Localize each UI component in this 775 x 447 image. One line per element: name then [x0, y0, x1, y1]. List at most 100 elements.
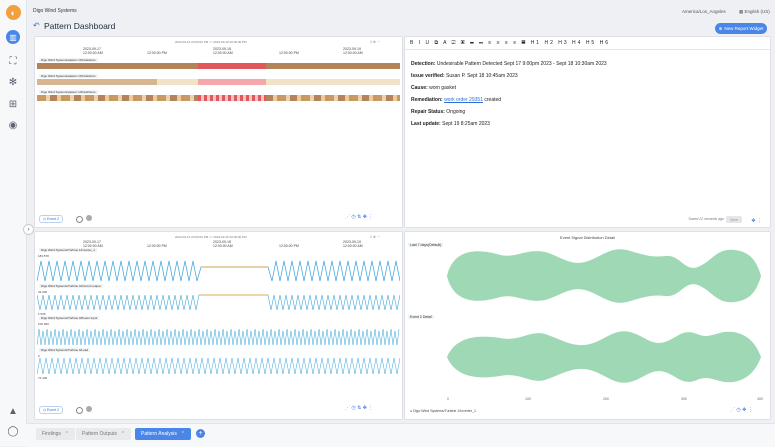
distribution-panel: Event Signal Distribution Detail Last 7 …: [404, 231, 771, 420]
dashboard-icon[interactable]: ▥: [6, 30, 20, 44]
tick-label: 12:00:00 AM: [343, 244, 363, 248]
chevron-up-icon: ⌃: [180, 431, 186, 437]
signal-source[interactable]: ● Digo Wind Systems/Turbine 1/Inverter_1: [410, 409, 476, 413]
signals-panel: 2023-09-16 20:00:00 PM <> 2023-09-19 20:…: [34, 231, 403, 420]
x-tick: 200: [603, 397, 609, 401]
remediation-text: created: [484, 97, 502, 103]
power-line-chart: [37, 328, 400, 346]
update-text: Sept 19 8:25am 2023: [442, 121, 490, 127]
page-title: Pattern Dashboard: [44, 21, 116, 31]
update-line[interactable]: Last update: Sept 19 8:25am 2023: [411, 121, 490, 127]
detection-line[interactable]: Detection: Undesirable Pattern Detected …: [411, 61, 607, 67]
prediction-highlight: [198, 79, 266, 85]
new-report-label: New Report Widget: [724, 26, 764, 31]
event-label: Event 2: [47, 408, 59, 412]
repair-label: Repair Status:: [411, 109, 445, 115]
notification-icon[interactable]: ▲: [6, 404, 20, 418]
panel-menu-icon[interactable]: 1 ⊕ ⋯: [370, 40, 380, 44]
panel-controls[interactable]: ⋰ ◷ ✥ ⋮: [730, 407, 753, 413]
new-report-button[interactable]: ⊕ New Report Widget: [715, 23, 767, 34]
series-label: Digo Wind Systems/pattern 1/Predictions: [39, 74, 98, 78]
remediation-line[interactable]: Remediation: work order 29351 created: [411, 97, 501, 103]
tab-pattern-analysis[interactable]: Pattern Analysis ⌃: [135, 428, 192, 440]
tab-label: Findings: [42, 431, 61, 437]
language-selector[interactable]: ▦ English (US): [739, 9, 770, 15]
series-label: Digo Wind Systems/pattern 1/Predictions: [39, 58, 98, 62]
record-icon[interactable]: [86, 406, 92, 412]
tab-label: Pattern Analysis: [141, 431, 177, 437]
tick-label: 12:00:00 PM: [147, 51, 167, 55]
tick-label: 12:00:00 PM: [279, 244, 299, 248]
plus-icon: ⊕: [718, 25, 723, 31]
panel-menu-icon[interactable]: 1 ⊕ ⋯: [370, 235, 380, 239]
detection-label: Detection:: [411, 61, 436, 67]
logo-icon: ◐: [6, 5, 21, 20]
tick-label: 12:00:00 AM: [213, 244, 233, 248]
toggle-icon[interactable]: [76, 407, 83, 414]
signal-line: [37, 294, 400, 311]
axis-value: 72.400: [38, 376, 48, 380]
inverter-line-chart: [37, 260, 400, 282]
cause-text: worn gasket: [429, 85, 457, 91]
filter-icon[interactable]: ⛶: [6, 54, 20, 68]
violin-event: [447, 331, 761, 383]
tick-label: 12:00:00 PM: [147, 244, 167, 248]
org-name: Digo Wind Systems: [33, 8, 77, 14]
settings-icon[interactable]: ✻: [6, 75, 20, 89]
x-tick: 100: [525, 397, 531, 401]
divider: [405, 49, 770, 50]
layout-icon[interactable]: ⊞: [6, 97, 20, 111]
back-icon[interactable]: ↶: [33, 21, 40, 30]
event-label: Event 2: [47, 217, 59, 221]
panel-controls[interactable]: ⋰ ◷ ⇅ ✥ ⋮: [345, 214, 373, 220]
series-label: Digo Wind Systems/Turbine 4/Current outp…: [39, 284, 103, 288]
tick-label: 12:00:00 AM: [213, 51, 233, 55]
prediction-segment: [37, 79, 157, 85]
cause-line[interactable]: Cause: worn gasket: [411, 85, 456, 91]
tick-label: 12:00:00 AM: [343, 51, 363, 55]
language-label: English (US): [744, 9, 770, 14]
prediction-highlight: [198, 95, 266, 101]
user-icon[interactable]: ◯: [6, 424, 20, 438]
series-label: Digo Wind Systems/pattern 1/Predictions: [39, 90, 98, 94]
saved-status: Saved 22 seconds ago: [688, 217, 724, 221]
signal-line: [37, 260, 400, 282]
verified-text: Susan P. Sept 18 10:45am 2023: [446, 73, 518, 79]
record-icon[interactable]: [86, 215, 92, 221]
series-label: Digo Wind Systems/Turbine 1/Inverter_1: [39, 248, 97, 252]
timezone-selector[interactable]: America/Los_Angeles: [682, 9, 726, 14]
work-order-link[interactable]: work order 29351: [444, 97, 483, 103]
tab-label: Pattern Outputs: [82, 431, 118, 437]
violin-default: [447, 249, 761, 303]
remediation-label: Remediation:: [411, 97, 443, 103]
x-tick: 300: [681, 397, 687, 401]
predictions-panel: 2023-09-16 20:00:00 PM <> 2023-09-19 20:…: [34, 36, 403, 228]
chart-title: Event Signal Distribution Detail: [560, 235, 615, 240]
event-selector[interactable]: ◷ Event 2: [39, 406, 63, 414]
report-editor-panel: B I U ⧉ A ☑ ▣ ☰ ☷ ≡ ≡ ≡ ≡ ▦ H1 H2 H3 H4 …: [404, 36, 771, 228]
prediction-highlight: [198, 63, 266, 69]
violin-shape: [447, 249, 761, 303]
verified-label: Issue verified:: [411, 73, 445, 79]
signal-line: [37, 328, 400, 346]
x-tick: 400: [757, 397, 763, 401]
sidebar: ◐ ▥ ⛶ ✻ ⊞ ◉ ▲ ◯: [0, 0, 27, 446]
time-range: 2023-09-16 20:00:00 PM <> 2023-09-19 20:…: [175, 235, 247, 239]
editor-toolbar[interactable]: B I U ⧉ A ☑ ▣ ☰ ☷ ≡ ≡ ≡ ≡ ▦ H1 H2 H3 H4 …: [410, 40, 610, 46]
target-icon[interactable]: ◉: [6, 118, 20, 132]
tab-pattern-outputs[interactable]: Pattern Outputs ⌃: [76, 428, 132, 440]
verified-line[interactable]: Issue verified: Susan P. Sept 18 10:45am…: [411, 73, 518, 79]
x-axis: 0 100 200 300 400: [447, 397, 763, 401]
event-selector[interactable]: ◷ Event 2: [39, 215, 63, 223]
panel-controls[interactable]: ✥ ⋮: [751, 218, 762, 224]
current-line-chart: [37, 294, 400, 311]
collapse-sidebar-button[interactable]: ›: [23, 224, 34, 235]
tab-findings[interactable]: Findings ⌃: [36, 428, 76, 440]
toggle-icon[interactable]: [76, 216, 83, 223]
add-tab-button[interactable]: +: [196, 429, 205, 438]
repair-line[interactable]: Repair Status: Ongoing: [411, 109, 465, 115]
series-label: Digo Wind Systems/Turbine 4/Load: [39, 348, 91, 352]
panel-controls[interactable]: ⋰ ◷ ⇅ ✥ ⋮: [345, 405, 373, 411]
save-button[interactable]: Save: [726, 216, 742, 223]
chevron-up-icon: ⌃: [121, 431, 126, 437]
